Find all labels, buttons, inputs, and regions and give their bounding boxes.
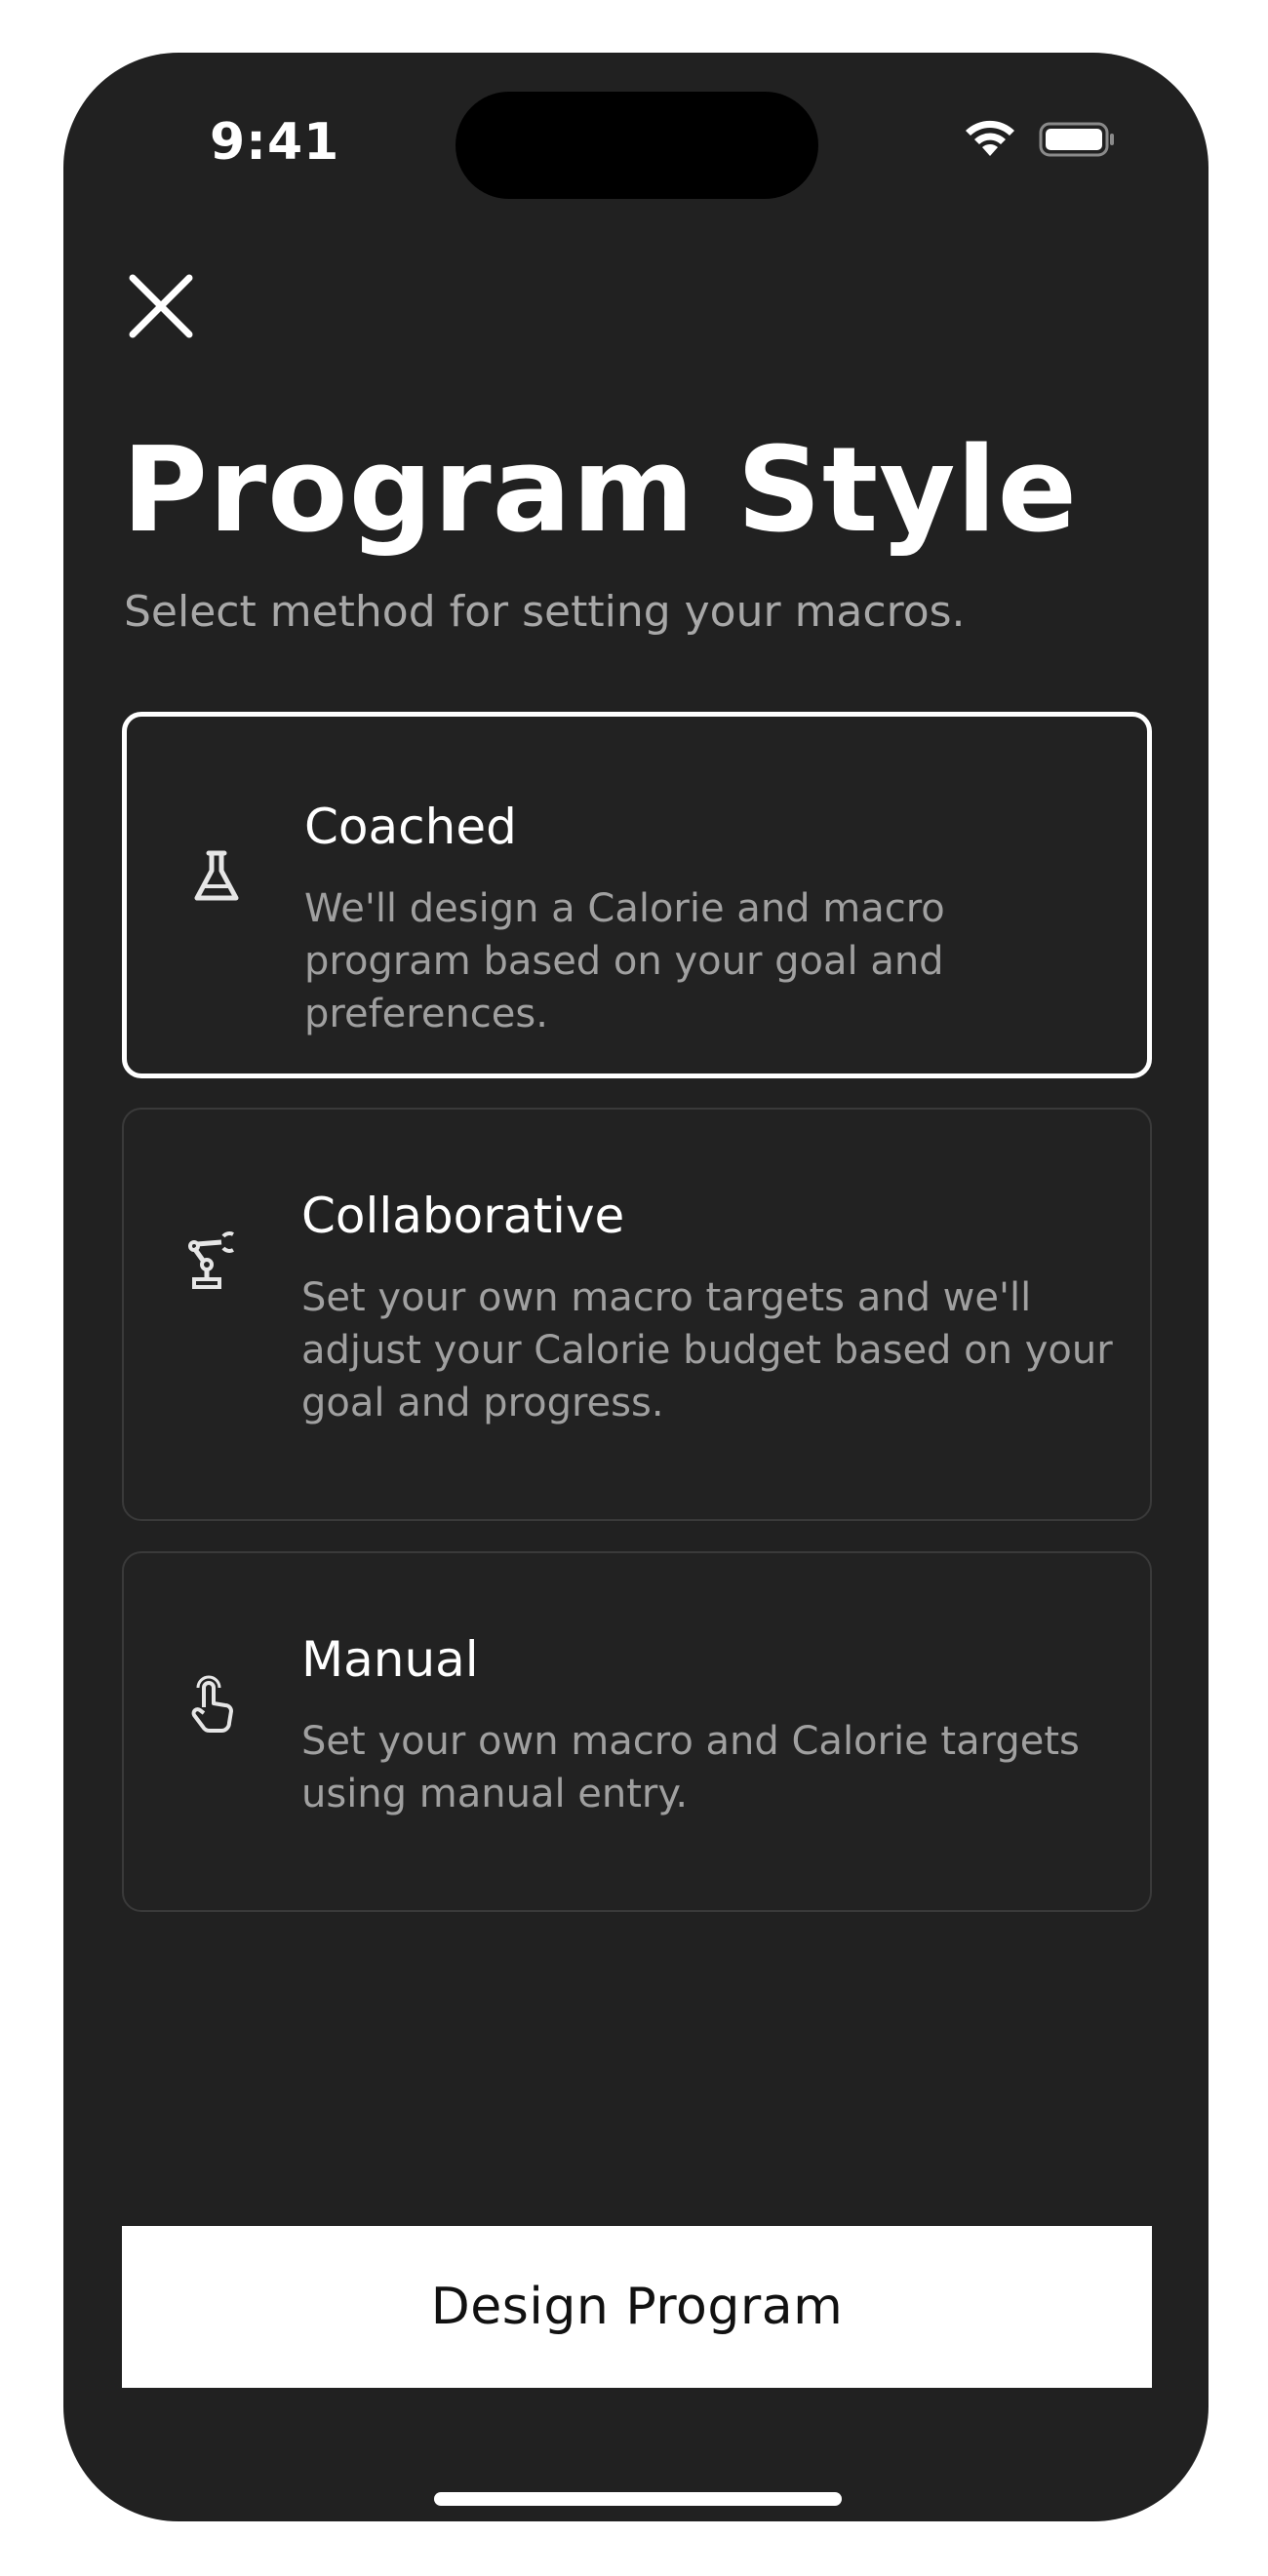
- close-button[interactable]: [112, 257, 210, 355]
- option-coached-card[interactable]: Coached We'll design a Calorie and macro…: [122, 712, 1152, 1078]
- phone-screen: 9:41 Program Style Select method for set…: [63, 53, 1209, 2521]
- dynamic-island: [456, 92, 818, 199]
- page-title: Program Style: [122, 423, 1078, 559]
- option-collaborative-card[interactable]: Collaborative Set your own macro targets…: [122, 1108, 1152, 1521]
- option-manual-card[interactable]: Manual Set your own macro and Calorie ta…: [122, 1551, 1152, 1912]
- home-indicator[interactable]: [434, 2492, 842, 2506]
- page-subtitle: Select method for setting your macros.: [124, 587, 966, 637]
- robot-arm-icon: [188, 1231, 234, 1289]
- option-title: Collaborative: [301, 1188, 625, 1244]
- wifi-icon: [966, 120, 1014, 156]
- design-program-button[interactable]: Design Program: [122, 2226, 1152, 2388]
- status-time: 9:41: [210, 113, 340, 172]
- option-description: Set your own macro and Calorie targets u…: [301, 1719, 1080, 1816]
- battery-icon: [1039, 122, 1114, 157]
- close-icon: [129, 274, 193, 338]
- option-title: Manual: [301, 1631, 479, 1688]
- option-title: Coached: [304, 799, 517, 855]
- option-description: Set your own macro targets and we'll adj…: [301, 1275, 1113, 1425]
- option-description: We'll design a Calorie and macro program…: [304, 886, 945, 1036]
- flask-icon: [194, 850, 239, 901]
- hand-pointer-icon: [191, 1675, 233, 1734]
